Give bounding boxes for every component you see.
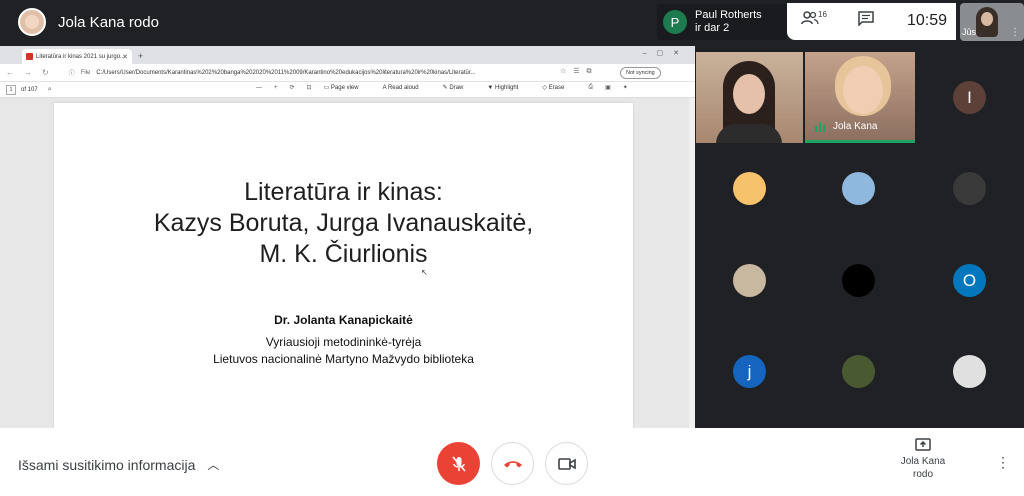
- mouse-cursor-icon: ↖: [421, 268, 428, 277]
- highlight-button[interactable]: ▼ Highlight: [487, 85, 530, 91]
- page-total: of 107: [21, 86, 38, 93]
- camera-button[interactable]: [545, 442, 588, 485]
- speaker-label: Jola Kana: [815, 121, 877, 132]
- search-icon[interactable]: ⌕: [48, 86, 52, 94]
- people-icon: [801, 11, 819, 25]
- rotate-icon[interactable]: ⟳: [290, 84, 295, 91]
- leave-call-button[interactable]: [491, 442, 534, 485]
- close-tab-icon[interactable]: ✕: [122, 53, 128, 61]
- participant-preview-sub: ir dar 2: [695, 22, 730, 34]
- shared-screen: Literatūra ir kinas 2021 su jurgo... ✕ +…: [0, 46, 695, 428]
- top-bar: Jola Kana rodo P Paul Rotherts ir dar 2 …: [0, 0, 1024, 46]
- participant-video-tile[interactable]: [696, 52, 803, 143]
- pdf-page: Literatūra ir kinas: Kazys Boruta, Jurga…: [54, 103, 633, 428]
- participant-avatar[interactable]: [953, 355, 986, 388]
- chevron-up-icon: ︿: [207, 458, 220, 472]
- back-icon[interactable]: ←: [6, 68, 14, 77]
- self-view-tile[interactable]: Jūs ⋮: [960, 3, 1024, 41]
- hang-up-icon: [503, 460, 522, 467]
- pdf-icon: [26, 53, 33, 60]
- scrollbar[interactable]: [689, 98, 695, 428]
- address-text: C:/Users/User/Documents/Karantinas%202%2…: [96, 69, 476, 76]
- window-controls[interactable]: –▢✕: [643, 49, 689, 57]
- pdf-tools: — + ⟳ ⊡ ▭ Page view A Read aloud ✎ Draw …: [256, 84, 640, 91]
- page-view-button[interactable]: ▭ Page view: [324, 84, 371, 91]
- zoom-in-icon[interactable]: +: [274, 85, 278, 91]
- audio-level-icon: [815, 121, 825, 132]
- pdf-toolbar: 1 of 107 ⌕ — + ⟳ ⊡ ▭ Page view A Read al…: [0, 82, 695, 98]
- meeting-details-button[interactable]: Išsami susitikimo informacija ︿: [18, 456, 219, 473]
- video-camera-icon: [557, 457, 576, 470]
- presenting-button[interactable]: Jola Kana rodo: [893, 438, 953, 481]
- more-options-icon[interactable]: ⋮: [1010, 27, 1020, 38]
- presenting-label-line2: rodo: [912, 469, 933, 480]
- slide-role: Vyriausioji metodininkė-tyrėja: [265, 335, 422, 349]
- zoom-out-icon[interactable]: —: [256, 85, 262, 91]
- participant-avatar[interactable]: [733, 264, 766, 297]
- info-icon: ⓘ: [68, 71, 75, 77]
- participant-preview-name: Paul Rotherts: [695, 9, 762, 21]
- participant-avatar[interactable]: [842, 264, 875, 297]
- save-icon[interactable]: ▣: [605, 84, 611, 91]
- browser-tab[interactable]: Literatūra ir kinas 2021 su jurgo... ✕: [22, 49, 132, 64]
- erase-button[interactable]: ◇ Erase: [542, 84, 576, 91]
- presenting-label-line1: Jola Kana: [900, 456, 946, 467]
- address-bar[interactable]: ⓘ File C:/Users/User/Documents/Karantina…: [69, 67, 549, 79]
- slide-title-line: Kazys Boruta, Jurga Ivanauskaitė,: [153, 209, 534, 237]
- chat-button[interactable]: [858, 11, 876, 27]
- participant-avatar[interactable]: [842, 355, 875, 388]
- participant-avatar[interactable]: [842, 172, 875, 205]
- presenter-name: Jola Kana rodo: [58, 13, 159, 31]
- meeting-toolbar: 16 10:59: [787, 3, 956, 40]
- microphone-button[interactable]: [437, 442, 480, 485]
- bottom-bar: Išsami susitikimo informacija ︿ Jola Kan…: [0, 428, 1024, 496]
- fit-page-icon[interactable]: ⊡: [307, 84, 312, 91]
- pin-icon[interactable]: ✦: [623, 84, 628, 91]
- mic-off-icon: [451, 455, 466, 472]
- browser-tab-title: Literatūra ir kinas 2021 su jurgo...: [36, 53, 126, 60]
- print-icon[interactable]: ⎙: [588, 84, 593, 91]
- page-number-input[interactable]: 1: [6, 84, 16, 95]
- slide-title-line: M. K. Čiurlionis: [259, 240, 428, 268]
- present-screen-icon: [915, 438, 931, 451]
- participant-avatar[interactable]: [733, 172, 766, 205]
- chat-icon: [858, 11, 874, 27]
- slide-author: Dr. Jolanta Kanapickaitė: [274, 313, 413, 327]
- read-aloud-button[interactable]: A Read aloud: [383, 85, 431, 91]
- document-area: Literatūra ir kinas: Kazys Boruta, Jurga…: [0, 98, 695, 428]
- participant-avatar[interactable]: j: [733, 355, 766, 388]
- speaker-video-tile[interactable]: Jola Kana: [805, 52, 915, 143]
- participant-preview[interactable]: P Paul Rotherts ir dar 2: [657, 4, 787, 40]
- participant-avatar: P: [663, 10, 687, 34]
- slide-title: Literatūra ir kinas: Kazys Boruta, Jurga…: [54, 177, 633, 270]
- draw-button[interactable]: ✎ Draw: [443, 84, 476, 91]
- file-label: File: [80, 69, 91, 76]
- meeting-details-label: Išsami susitikimo informacija: [18, 456, 196, 473]
- slide-institution: Lietuvos nacionalinė Martyno Mažvydo bib…: [213, 352, 474, 366]
- participant-preview-text: Paul Rotherts ir dar 2: [695, 9, 762, 35]
- participant-avatar[interactable]: O: [953, 264, 986, 297]
- participant-avatar[interactable]: [953, 172, 986, 205]
- presenter-avatar: [18, 8, 46, 36]
- more-options-icon[interactable]: ⋮: [996, 454, 1010, 471]
- reload-icon[interactable]: ↻: [42, 68, 49, 77]
- participant-avatar[interactable]: I: [953, 81, 986, 114]
- forward-icon[interactable]: →: [24, 68, 32, 77]
- clock-time: 10:59: [907, 12, 948, 29]
- people-count: 16: [818, 10, 827, 19]
- speaker-name: Jola Kana: [833, 121, 878, 132]
- address-row: ← → ↻ ⓘ File C:/Users/User/Documents/Kar…: [0, 64, 695, 82]
- address-bar-icons[interactable]: ☆☰⧉: [560, 67, 599, 76]
- browser-tab-bar: Literatūra ir kinas 2021 su jurgo... ✕ +…: [0, 46, 695, 64]
- slide-title-line: Literatūra ir kinas:: [244, 178, 443, 206]
- new-tab-button[interactable]: +: [138, 49, 143, 64]
- presenter-indicator: Jola Kana rodo: [18, 8, 159, 36]
- self-view-label: Jūs: [962, 27, 977, 37]
- sync-button[interactable]: Not syncing: [620, 67, 661, 79]
